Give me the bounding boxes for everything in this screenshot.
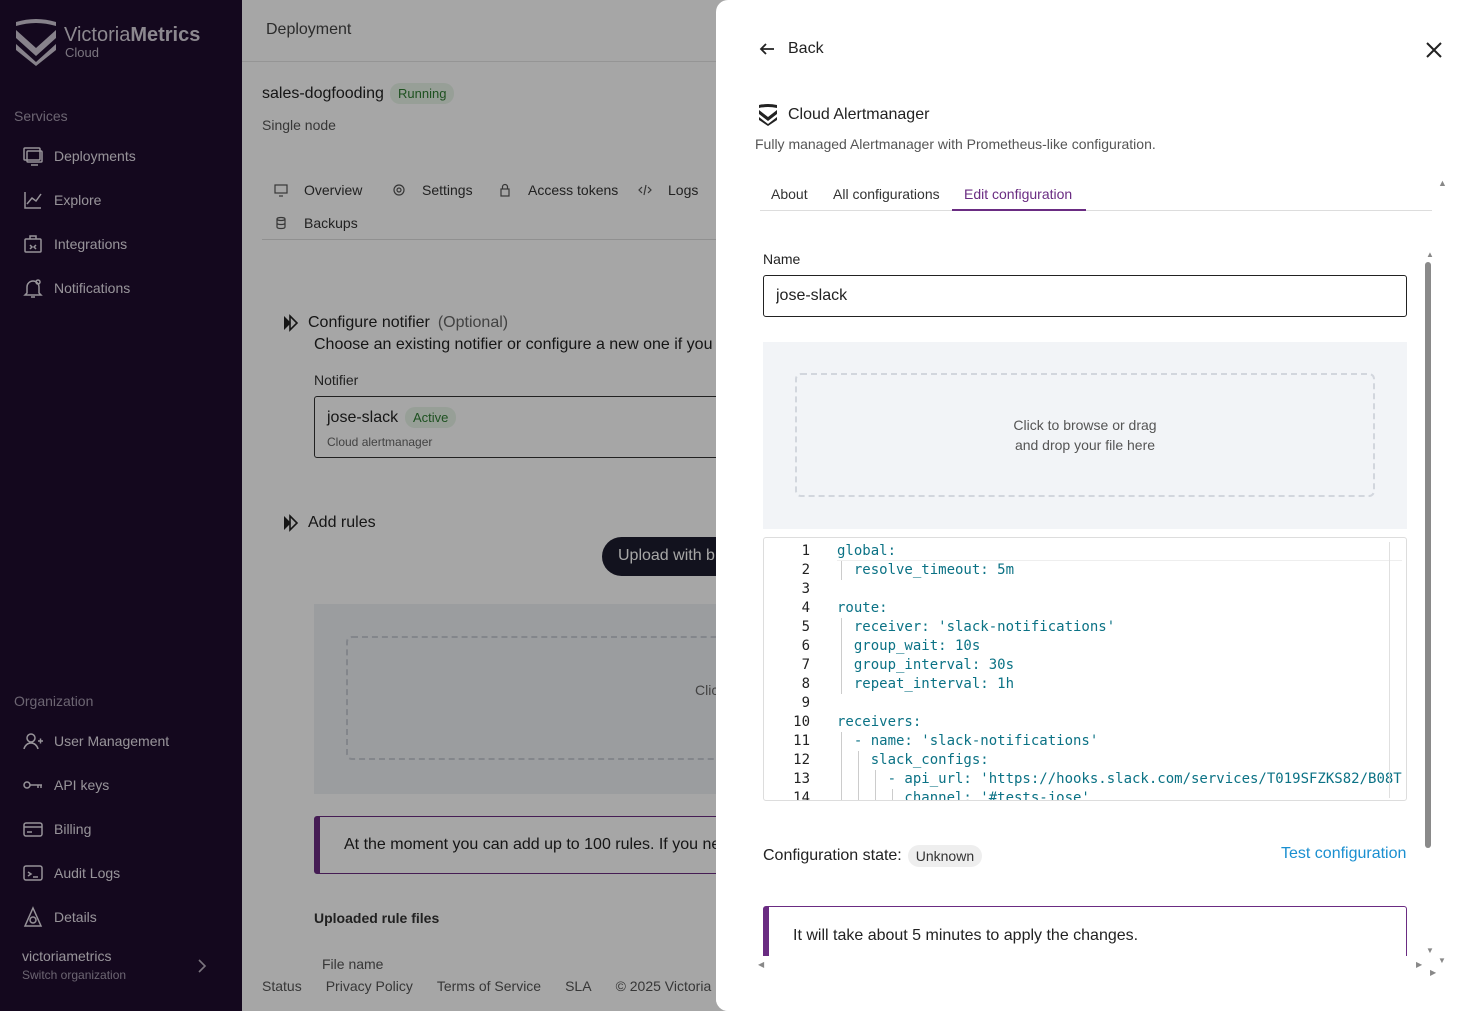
tab-edit-configuration[interactable]: Edit configuration: [964, 186, 1072, 202]
victoriametrics-logo-icon: [759, 104, 777, 126]
line-text: receiver: 'slack-notifications': [837, 619, 1116, 635]
indent-guide: [841, 732, 842, 751]
line-number: 6: [801, 638, 810, 654]
indent-guide: [841, 770, 842, 789]
indent-guide: [875, 770, 876, 789]
scroll-right-small-icon[interactable]: ▶: [1430, 968, 1436, 977]
dropzone-line-1: Click to browse or drag: [1013, 417, 1157, 433]
line-number: 13: [793, 771, 810, 787]
line-number: 7: [801, 657, 810, 673]
config-state-badge: Unknown: [907, 845, 983, 867]
line-text: slack_configs:: [837, 752, 989, 768]
note-text: It will take about 5 minutes to apply th…: [793, 927, 1139, 944]
drawer-tabs: About All configurations Edit configurat…: [760, 176, 1432, 211]
indent-guide: [858, 789, 859, 800]
line-number: 2: [801, 562, 810, 578]
tab-all-configurations[interactable]: All configurations: [833, 186, 940, 202]
product-title: Cloud Alertmanager: [788, 106, 930, 123]
indent-guide: [841, 618, 842, 637]
back-label: Back: [788, 40, 824, 57]
drawer-bottom: [716, 956, 1479, 1011]
scroll-up-arrow-icon[interactable]: ▲: [1438, 178, 1447, 188]
yaml-code-editor[interactable]: 1 global: 2 resolve_timeout: 5m 3 4 route: 5 r…: [763, 537, 1407, 801]
config-state: Configuration state: Unknown: [763, 845, 983, 867]
line-text: group_interval: 30s: [837, 657, 1015, 673]
line-number: 11: [793, 733, 810, 749]
indent-guide: [841, 637, 842, 656]
line-number: 5: [801, 619, 810, 635]
scroll-down-icon[interactable]: ▼: [1438, 956, 1446, 965]
line-number: 12: [793, 752, 810, 768]
scroll-right-icon[interactable]: ▶: [1416, 960, 1422, 969]
indent-guide: [841, 789, 842, 800]
line-number: 3: [801, 581, 810, 597]
active-tab-indicator: [952, 209, 1086, 211]
line-number: 9: [801, 695, 810, 711]
config-drawer: Back Cloud Alertmanager Fully managed Al…: [716, 0, 1479, 1011]
indent-guide: [841, 561, 842, 580]
back-button[interactable]: Back: [758, 40, 824, 58]
line-text: route:: [837, 600, 888, 616]
name-input[interactable]: [763, 275, 1407, 317]
test-configuration-link[interactable]: Test configuration: [1281, 845, 1406, 863]
indent-guide: [841, 656, 842, 675]
line-text: - name: 'slack-notifications': [837, 733, 1099, 749]
line-text: group_wait: 10s: [837, 638, 981, 654]
line-text: resolve_timeout: 5m: [837, 562, 1015, 578]
line-number: 8: [801, 676, 810, 692]
indent-guide: [858, 770, 859, 789]
line-number: 14: [793, 790, 810, 801]
indent-guide: [841, 751, 842, 770]
line-number: 1: [801, 543, 810, 559]
tab-about[interactable]: About: [771, 186, 808, 202]
indent-guide: [858, 751, 859, 770]
dropzone-border: Click to browse or drag and drop your fi…: [795, 373, 1375, 497]
scroll-up-small-icon[interactable]: ▲: [1426, 250, 1434, 259]
line-text: - api_url: 'https://hooks.slack.com/serv…: [837, 771, 1402, 787]
indent-guide: [841, 675, 842, 694]
product-header: Cloud Alertmanager: [758, 104, 929, 126]
indent-guide: [892, 789, 893, 800]
indent-guide: [875, 789, 876, 800]
config-state-label: Configuration state:: [763, 847, 902, 864]
config-dropzone[interactable]: Click to browse or drag and drop your fi…: [763, 342, 1407, 529]
line-text: global:: [837, 543, 897, 559]
arrow-left-icon: [759, 43, 774, 55]
name-label: Name: [763, 251, 801, 267]
line-text: receivers:: [837, 714, 922, 730]
editor-scrollbar[interactable]: [1389, 542, 1390, 798]
product-subtitle: Fully managed Alertmanager with Promethe…: [755, 136, 1156, 152]
scroll-down-small-icon[interactable]: ▼: [1426, 946, 1434, 955]
line-number: 10: [793, 714, 810, 730]
dropzone-line-2: and drop your file here: [1014, 437, 1156, 453]
drawer-scrollbar[interactable]: [1425, 262, 1431, 848]
close-icon[interactable]: [1424, 40, 1444, 60]
scroll-left-icon[interactable]: ◀: [758, 960, 764, 969]
line-text: repeat_interval: 1h: [837, 676, 1015, 692]
line-number: 4: [801, 600, 810, 616]
